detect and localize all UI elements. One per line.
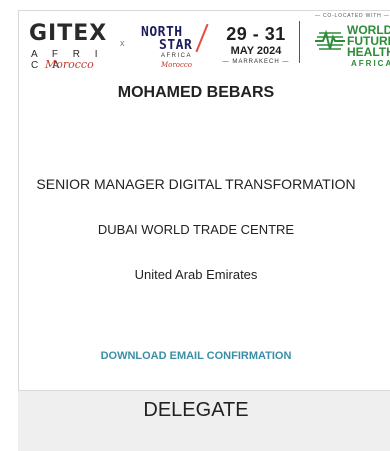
north-star-africa: AFRICA — [161, 53, 193, 59]
north-star-logo: NORTH STAR AFRICA Morocco — [135, 23, 215, 73]
event-date-days: 29 - 31 — [226, 24, 286, 44]
co-located-label: — CO-LOCATED WITH — — [315, 13, 390, 19]
attendee-role: DELEGATE — [143, 399, 249, 421]
logo-separator: x — [120, 38, 125, 48]
world-future-health-logo: WORLD FUTURE HEALTH AFRICA — [315, 23, 390, 73]
gitex-logo-morocco: Morocco — [45, 58, 94, 71]
attendee-name: MOHAMED BEBARS — [117, 84, 275, 101]
gitex-logo-word: GITEX — [29, 21, 108, 46]
download-email-confirmation-link[interactable]: DOWNLOAD EMAIL CONFIRMATION — [0, 350, 390, 362]
north-star-slash-mark — [195, 23, 209, 53]
logo-divider — [299, 21, 300, 63]
north-star-line2: STAR — [159, 38, 193, 53]
wfh-africa: AFRICA — [351, 59, 390, 68]
event-date-month: MAY 2024 — [230, 45, 282, 57]
attendee-company: DUBAI WORLD TRADE CENTRE — [97, 222, 295, 237]
heartbeat-globe-icon — [315, 29, 345, 50]
attendee-country: United Arab Emirates — [134, 267, 258, 282]
world-future-health-text: WORLD FUTURE HEALTH — [347, 24, 390, 59]
attendee-job-title: SENIOR MANAGER DIGITAL TRANSFORMATION — [36, 176, 356, 192]
gitex-africa-logo: GITEX A F R I C A Morocco — [29, 21, 114, 71]
badge-footer: DELEGATE — [18, 390, 390, 451]
north-star-morocco: Morocco — [161, 61, 192, 69]
event-logo-bar: GITEX A F R I C A Morocco x NORTH STAR A… — [19, 11, 390, 73]
event-date-city: — MARRAKECH — — [222, 59, 290, 65]
event-date: 29 - 31 MAY 2024 — MARRAKECH — — [219, 25, 293, 65]
wfh-line3: HEALTH — [347, 45, 390, 59]
